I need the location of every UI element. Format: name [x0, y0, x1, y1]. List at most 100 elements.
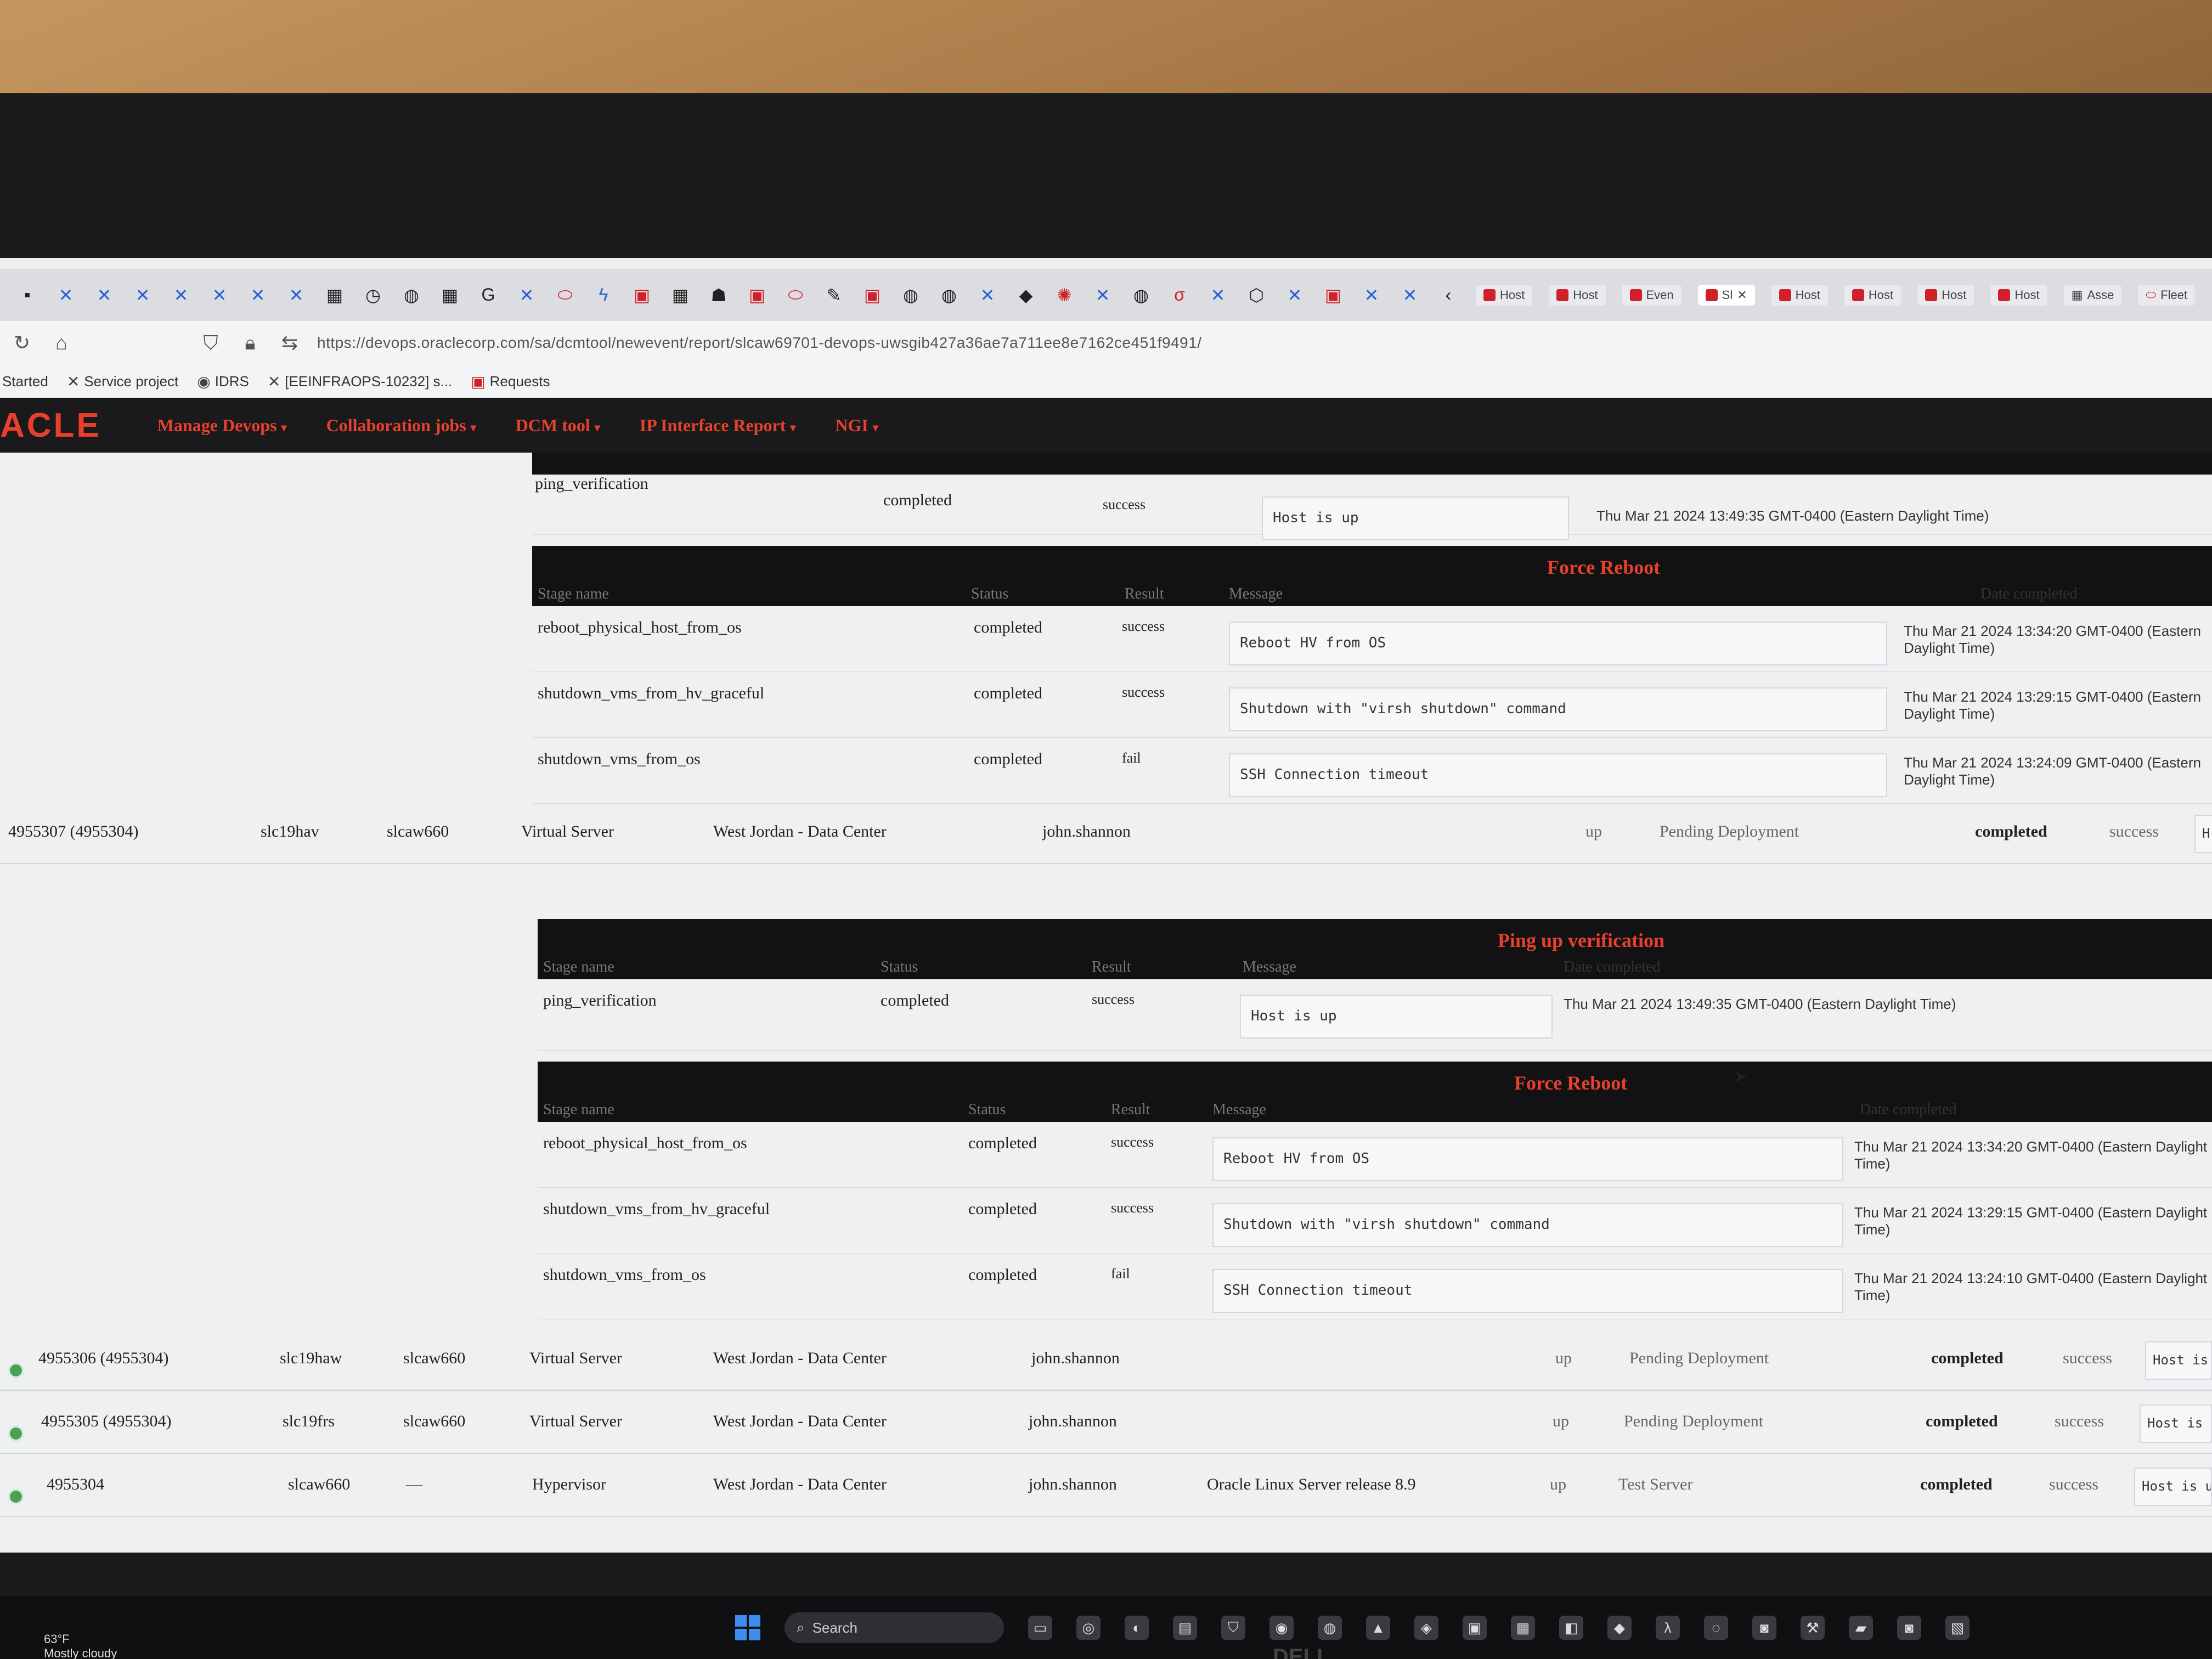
weather-widget[interactable]: 63°F Mostly cloudy [44, 1632, 117, 1659]
bookmark-eeinfraops[interactable]: ✕ [EEINFRAOPS-10232] s... [268, 373, 452, 391]
reload-icon[interactable]: ↻ [10, 331, 34, 354]
firefox-icon[interactable]: ◍ [1318, 1616, 1342, 1640]
chevron-left-icon[interactable]: ‹ [1437, 284, 1459, 306]
tab-fleet[interactable]: ⬭ Fleet [2138, 284, 2196, 306]
host-name[interactable]: slcaw660 [288, 1475, 350, 1494]
jira-tab-icon[interactable]: ✕ [516, 284, 538, 306]
clock-tab-icon[interactable]: ◷ [362, 284, 384, 306]
app-icon[interactable]: ▰ [1849, 1616, 1873, 1640]
tab-host[interactable]: Host [1917, 284, 1974, 306]
tab-event[interactable]: Even [1622, 284, 1681, 306]
app-icon[interactable]: ◌ [1704, 1616, 1728, 1640]
jira-tab-icon[interactable]: ✕ [247, 284, 269, 306]
nav-ip-interface-report[interactable]: IP Interface Report ▾ [640, 415, 796, 436]
table-row[interactable]: 4955306 (4955304) slc19haw slcaw660 Virt… [0, 1330, 2212, 1391]
host-name[interactable]: slc19frs [283, 1412, 335, 1431]
lock-icon[interactable]: 🔒︎ [238, 331, 262, 355]
jira-tab-icon[interactable]: ✕ [93, 284, 115, 306]
expand-row-icon[interactable] [8, 1362, 24, 1379]
shield-icon[interactable]: ⛉ [199, 331, 223, 355]
jira-tab-icon[interactable]: ✕ [1361, 284, 1383, 306]
oracle-tab-icon[interactable]: ▣ [1322, 284, 1344, 306]
tab-host[interactable]: Host [1476, 284, 1533, 306]
app-icon[interactable]: ▲ [1366, 1616, 1390, 1640]
oracle-tab-icon[interactable]: ▣ [631, 284, 653, 306]
file-explorer-icon[interactable]: ▤ [1173, 1616, 1197, 1640]
expand-row-icon[interactable] [8, 1425, 24, 1442]
tab-active[interactable]: Sl ✕ [1697, 284, 1755, 306]
excel-icon[interactable]: ▦ [1511, 1616, 1535, 1640]
cube-tab-icon[interactable]: ⬡ [1245, 284, 1267, 306]
home-icon[interactable]: ⌂ [49, 331, 74, 354]
app-icon[interactable]: λ [1656, 1616, 1680, 1640]
close-icon[interactable]: ✕ [1737, 288, 1747, 302]
orange-tab-icon[interactable]: ✺ [1053, 284, 1075, 306]
jira-tab-icon[interactable]: ✕ [1284, 284, 1306, 306]
zoom-icon[interactable]: ◙ [1752, 1616, 1776, 1640]
jira-tab-icon[interactable]: ✕ [132, 284, 154, 306]
table-row[interactable]: 4955307 (4955304) slc19hav slcaw660 Virt… [0, 804, 2212, 864]
jira-tab-icon[interactable]: ✕ [1399, 284, 1421, 306]
globe-tab-icon[interactable]: ◍ [400, 284, 422, 306]
app-icon[interactable]: ◆ [1607, 1616, 1632, 1640]
jira-tab-icon[interactable]: ✕ [285, 284, 307, 306]
nav-dcm-tool[interactable]: DCM tool ▾ [516, 415, 600, 436]
oracle-logo[interactable]: ACLE [0, 406, 101, 445]
app-icon[interactable]: ▧ [1945, 1616, 1970, 1640]
grid-tab-icon[interactable]: ▦ [324, 284, 346, 306]
bolt-tab-icon[interactable]: ϟ [592, 284, 614, 306]
tab-host[interactable]: Host [1771, 284, 1828, 306]
grid-tab-icon[interactable]: ▦ [669, 284, 691, 306]
host-parent[interactable]: slcaw660 [403, 1412, 465, 1431]
tab-host[interactable]: Host [1549, 284, 1606, 306]
pen-tab-icon[interactable]: ✎ [823, 284, 845, 306]
person-tab-icon[interactable]: ☗ [708, 284, 730, 306]
jira-tab-icon[interactable]: ✕ [1092, 284, 1114, 306]
host-name[interactable]: slc19haw [280, 1349, 342, 1368]
nav-manage-devops[interactable]: Manage Devops ▾ [157, 415, 287, 436]
permissions-icon[interactable]: ⇆ [278, 331, 302, 354]
table-row[interactable]: 4955304 slcaw660 — Hypervisor West Jorda… [0, 1457, 2212, 1517]
oracle-tab-icon[interactable]: σ [1169, 284, 1190, 306]
globe-tab-icon[interactable]: ◍ [938, 284, 960, 306]
oracle-tab-icon[interactable]: ▣ [746, 284, 768, 306]
oracle-tab-icon[interactable]: ⬭ [785, 284, 806, 306]
grid-tab-icon[interactable]: ▦ [439, 284, 461, 306]
app-icon[interactable]: ◉ [1269, 1616, 1294, 1640]
windows-start-icon[interactable] [735, 1615, 760, 1640]
brave-icon[interactable]: ⛉ [1221, 1616, 1245, 1640]
globe-tab-icon[interactable]: ◍ [1130, 284, 1152, 306]
google-tab-icon[interactable]: G [477, 284, 499, 306]
jira-tab-icon[interactable]: ✕ [1207, 284, 1229, 306]
host-parent[interactable]: slcaw660 [403, 1349, 465, 1368]
app-icon[interactable]: ◧ [1559, 1616, 1583, 1640]
host-name[interactable]: slc19hav [261, 822, 319, 841]
tab-host[interactable]: Host [1844, 284, 1901, 306]
url-field[interactable]: https://devops.oraclecorp.com/sa/dcmtool… [317, 334, 1202, 352]
nav-ngi[interactable]: NGI ▾ [835, 415, 878, 436]
bookmark-started[interactable]: Started [2, 373, 48, 390]
oracle-tab-icon[interactable]: ⬭ [554, 284, 576, 306]
zoom-icon[interactable]: ◙ [1897, 1616, 1921, 1640]
edge-icon[interactable]: ◐ [1125, 1616, 1149, 1640]
task-view-icon[interactable]: ▭ [1028, 1616, 1052, 1640]
nav-collaboration-jobs[interactable]: Collaboration jobs ▾ [326, 415, 476, 436]
app-tab-icon[interactable]: ▪ [16, 284, 38, 306]
jira-tab-icon[interactable]: ✕ [977, 284, 998, 306]
app-icon[interactable]: ▣ [1463, 1616, 1487, 1640]
tab-host[interactable]: Host [1990, 284, 2047, 306]
square-tab-icon[interactable]: ◆ [1015, 284, 1037, 306]
bookmark-requests[interactable]: ▣ Requests [471, 373, 550, 391]
jira-tab-icon[interactable]: ✕ [55, 284, 77, 306]
globe-tab-icon[interactable]: ◍ [900, 284, 922, 306]
host-parent[interactable]: slcaw660 [387, 822, 449, 841]
jira-tab-icon[interactable]: ✕ [208, 284, 230, 306]
app-icon[interactable]: ◈ [1414, 1616, 1438, 1640]
bookmark-service-project[interactable]: ✕ Service project [67, 373, 178, 391]
taskbar-search-input[interactable]: ⌕ Search [785, 1612, 1004, 1643]
chrome-icon[interactable]: ◎ [1076, 1616, 1101, 1640]
table-row[interactable]: 4955305 (4955304) slc19frs slcaw660 Virt… [0, 1393, 2212, 1454]
app-icon[interactable]: ⚒ [1801, 1616, 1825, 1640]
expand-row-icon[interactable] [8, 1488, 24, 1505]
jira-tab-icon[interactable]: ✕ [170, 284, 192, 306]
